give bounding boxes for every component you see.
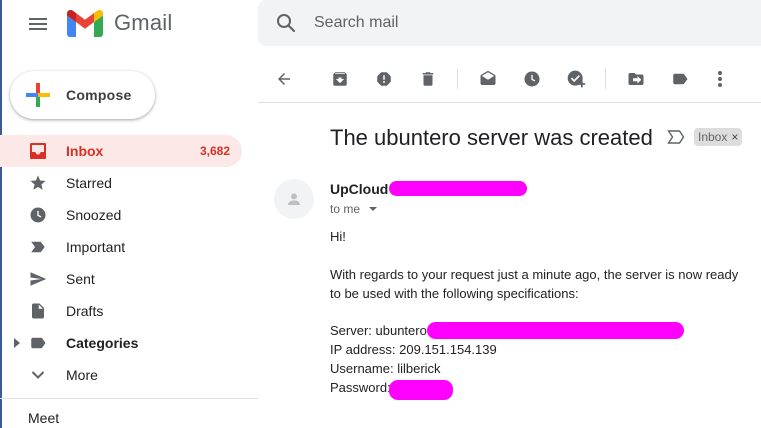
sidebar-item-starred[interactable]: Starred [0, 167, 242, 199]
delete-icon [422, 72, 434, 86]
send-icon [28, 269, 48, 289]
inbox-label-chip[interactable]: Inbox × [694, 128, 743, 146]
mark-unread-icon [480, 70, 496, 85]
gmail-m-icon [67, 9, 103, 37]
main-menu-button[interactable] [24, 10, 52, 38]
back-icon [278, 73, 290, 85]
clock-icon [28, 205, 48, 225]
sidebar-item-drafts[interactable]: Drafts [0, 295, 242, 327]
meet-section-title: Meet [28, 410, 60, 426]
app-name: Gmail [114, 10, 173, 35]
remove-label-icon[interactable]: × [731, 130, 738, 144]
body-paragraph-line: With regards to your request just a minu… [330, 267, 739, 282]
snooze-icon [524, 71, 540, 87]
toolbar-divider [605, 69, 606, 89]
back-button[interactable] [271, 66, 297, 92]
search-icon[interactable] [274, 11, 298, 35]
plus-icon [26, 83, 50, 107]
chevron-down-icon [28, 365, 48, 385]
compose-label: Compose [66, 87, 132, 103]
sidebar-item-label: Categories [66, 335, 139, 351]
recipient-text: to me [330, 202, 361, 216]
sidebar-item-label: More [66, 367, 98, 383]
labels-button[interactable] [667, 66, 693, 92]
server-name-line: Server: ubuntero [330, 323, 427, 338]
redacted-sender-email [389, 181, 527, 196]
search-input[interactable] [314, 14, 714, 32]
sidebar-item-sent[interactable]: Sent [0, 263, 242, 295]
importance-marker-icon[interactable] [667, 129, 685, 145]
sidebar-item-label: Drafts [66, 303, 104, 319]
snooze-button[interactable] [519, 66, 545, 92]
important-icon [28, 237, 48, 257]
sidebar-item-label: Important [66, 239, 126, 255]
mark-unread-button[interactable] [475, 66, 501, 92]
toolbar-divider-line [258, 102, 761, 103]
report-spam-icon [377, 72, 391, 86]
more-vert-icon [718, 71, 722, 87]
hamburger-menu-icon [29, 18, 47, 30]
archive-icon [333, 72, 347, 86]
add-to-tasks-button[interactable] [563, 66, 589, 92]
person-icon [288, 193, 300, 205]
add-task-icon [567, 70, 586, 88]
sidebar-item-snoozed[interactable]: Snoozed [0, 199, 242, 231]
move-to-button[interactable] [623, 66, 649, 92]
password-line: Password: [330, 380, 391, 395]
sidebar-item-label: Inbox [66, 143, 104, 159]
ip-address-line: IP address: 209.151.154.139 [330, 342, 497, 357]
gmail-logo[interactable]: Gmail [67, 8, 172, 38]
sidebar-item-label: Snoozed [66, 207, 122, 223]
redacted-server-suffix [427, 322, 684, 339]
star-icon [28, 173, 48, 193]
search-bar[interactable] [258, 0, 761, 46]
delete-button[interactable] [415, 66, 441, 92]
body-paragraph-line: to be used with the following specificat… [330, 286, 579, 301]
move-to-icon [628, 73, 644, 85]
toolbar-divider [457, 69, 458, 89]
expand-arrow-icon[interactable] [13, 338, 21, 348]
sidebar-item-inbox[interactable]: Inbox 3,682 [0, 135, 242, 167]
body-greeting: Hi! [330, 229, 346, 244]
sidebar-divider [0, 398, 258, 399]
label-icon [28, 333, 48, 353]
sidebar-item-more[interactable]: More [0, 359, 242, 391]
sidebar-item-important[interactable]: Important [0, 231, 242, 263]
inbox-icon [28, 141, 48, 161]
sidebar-item-label: Sent [66, 271, 95, 287]
sidebar-item-label: Starred [66, 175, 112, 191]
redacted-password [389, 380, 453, 400]
compose-button[interactable]: Compose [10, 71, 155, 119]
username-line: Username: lilberick [330, 361, 441, 376]
report-spam-button[interactable] [371, 66, 397, 92]
label-chip-text: Inbox [698, 130, 728, 144]
sender-name[interactable]: UpCloud [330, 181, 388, 197]
sender-avatar[interactable] [274, 179, 314, 219]
show-details-icon[interactable] [369, 207, 378, 211]
unread-count: 3,682 [199, 144, 230, 158]
archive-button[interactable] [327, 66, 353, 92]
draft-icon [28, 301, 48, 321]
labels-icon [673, 73, 688, 85]
email-subject: The ubuntero server was created [330, 125, 653, 150]
recipient-details[interactable]: to me [330, 202, 378, 216]
more-options-button[interactable] [707, 66, 733, 92]
sidebar-item-categories[interactable]: Categories [0, 327, 242, 359]
